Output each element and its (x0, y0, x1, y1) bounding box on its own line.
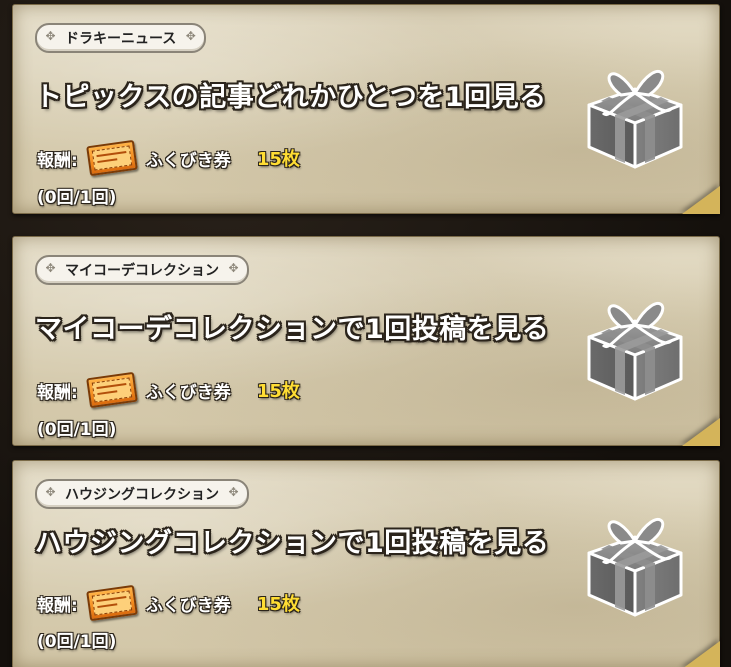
reward-label: 報酬: (37, 150, 78, 171)
reward-row: 報酬: ふくびき券 15枚 (37, 371, 300, 409)
lottery-ticket-icon (85, 371, 138, 409)
progress-text: (0回/1回) (37, 188, 117, 208)
mission-list: ✥ ドラキーニュース ✥ トピックスの記事どれかひとつを1回見る 報酬: ふくび… (0, 0, 731, 667)
category-tag: ✥ ハウジングコレクション ✥ (35, 479, 249, 509)
ornament-icon: ✥ (45, 485, 56, 499)
reward-row: 報酬: ふくびき券 15枚 (37, 139, 300, 177)
reward-item-name: ふくびき券 (145, 150, 231, 171)
reward-item-name: ふくびき券 (145, 382, 231, 403)
mission-card[interactable]: ✥ ハウジングコレクション ✥ ハウジングコレクションで1回投稿を見る 報酬: … (12, 460, 720, 667)
reward-count: 15枚 (256, 594, 300, 615)
mission-card[interactable]: ✥ ドラキーニュース ✥ トピックスの記事どれかひとつを1回見る 報酬: ふくび… (12, 4, 720, 214)
gift-box-icon[interactable] (573, 49, 697, 173)
reward-count: 15枚 (256, 149, 300, 170)
ornament-icon: ✥ (228, 485, 239, 499)
reward-row: 報酬: ふくびき券 15枚 (37, 584, 300, 622)
mission-title: マイコーデコレクションで1回投稿を見る (35, 314, 550, 345)
ornament-icon: ✥ (185, 29, 196, 43)
mission-title: トピックスの記事どれかひとつを1回見る (35, 82, 547, 113)
gift-box-icon[interactable] (573, 281, 697, 405)
reward-label: 報酬: (37, 595, 78, 616)
progress-text: (0回/1回) (37, 420, 117, 440)
category-label: ハウジングコレクション (65, 487, 219, 503)
category-label: マイコーデコレクション (65, 263, 219, 279)
lottery-ticket-icon (85, 139, 138, 177)
ornament-icon: ✥ (45, 29, 56, 43)
ornament-icon: ✥ (45, 261, 56, 275)
category-tag: ✥ ドラキーニュース ✥ (35, 23, 207, 53)
reward-count: 15枚 (256, 381, 300, 402)
gift-box-icon[interactable] (573, 497, 697, 621)
category-label: ドラキーニュース (65, 31, 177, 47)
category-tag: ✥ マイコーデコレクション ✥ (35, 255, 249, 285)
reward-item-name: ふくびき券 (145, 595, 231, 616)
lottery-ticket-icon (85, 584, 138, 622)
reward-label: 報酬: (37, 382, 78, 403)
progress-text: (0回/1回) (37, 632, 117, 652)
ornament-icon: ✥ (228, 261, 239, 275)
mission-card[interactable]: ✥ マイコーデコレクション ✥ マイコーデコレクションで1回投稿を見る 報酬: … (12, 236, 720, 446)
mission-title: ハウジングコレクションで1回投稿を見る (35, 528, 550, 559)
